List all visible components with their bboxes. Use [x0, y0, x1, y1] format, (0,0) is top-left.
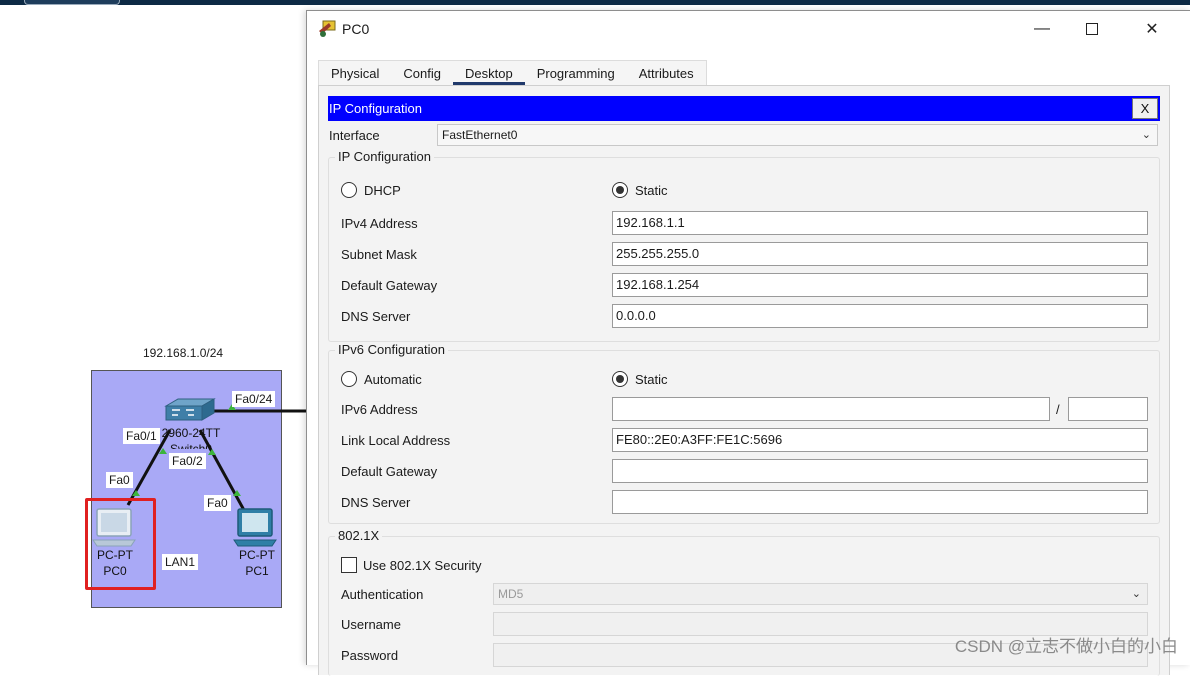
- packet-tracer-pc-icon: [319, 20, 336, 37]
- tab-attributes[interactable]: Attributes: [627, 61, 706, 85]
- close-button[interactable]: ✕: [1129, 11, 1175, 47]
- port-label-fa0-24: Fa0/24: [232, 391, 276, 407]
- ipv4-static-radio[interactable]: [612, 182, 628, 198]
- port-label-fa0-1: Fa0/1: [123, 428, 160, 444]
- password-label: Password: [341, 648, 399, 663]
- switch-label[interactable]: 2960-24TT Switch0: [160, 425, 222, 449]
- interface-value: FastEthernet0: [442, 128, 518, 142]
- interface-label: Interface: [329, 128, 380, 143]
- ip-configuration-title: IP Configuration: [329, 101, 422, 116]
- ipv6-static-label: Static: [635, 372, 668, 387]
- pc1-name: PC1: [245, 564, 269, 578]
- minimize-button[interactable]: —: [1019, 11, 1065, 47]
- ipv6-group-title: IPv6 Configuration: [335, 342, 448, 357]
- window-title: PC0: [342, 21, 370, 37]
- ipv6-address-label: IPv6 Address: [341, 402, 418, 417]
- subnet-mask-label: Subnet Mask: [341, 247, 417, 262]
- port-label-fa0-2: Fa0/2: [169, 453, 206, 469]
- tab-config[interactable]: Config: [391, 61, 453, 85]
- dhcp-label: DHCP: [364, 183, 401, 198]
- tab-bar: Physical Config Desktop Programming Attr…: [318, 60, 707, 85]
- pc1-computer-icon: [233, 508, 277, 547]
- tab-programming[interactable]: Programming: [525, 61, 627, 85]
- use-8021x-checkbox[interactable]: [341, 557, 357, 573]
- interface-select[interactable]: FastEthernet0 ⌄: [437, 124, 1158, 146]
- port-label-pc0-fa0: Fa0: [106, 472, 133, 488]
- ip-configuration-close-button[interactable]: X: [1132, 98, 1158, 119]
- ipv6-dns-server-label: DNS Server: [341, 495, 411, 510]
- switch-icon: [164, 398, 216, 421]
- subnet-mask-field[interactable]: 255.255.255.0: [612, 242, 1148, 266]
- dot1x-group-title: 802.1X: [335, 528, 383, 543]
- close-icon: ✕: [1145, 21, 1159, 38]
- watermark: CSDN @立志不做小白的小白: [954, 637, 1178, 656]
- use-8021x-label: Use 802.1X Security: [363, 558, 482, 573]
- dhcp-radio[interactable]: [341, 182, 357, 198]
- ipv4-static-label: Static: [635, 183, 668, 198]
- ipv6-automatic-label: Automatic: [364, 372, 422, 387]
- username-label: Username: [341, 617, 401, 632]
- ipv6-default-gateway-field[interactable]: [612, 459, 1148, 483]
- ipv4-default-gateway-field[interactable]: 192.168.1.254: [612, 273, 1148, 297]
- tab-desktop[interactable]: Desktop: [453, 61, 525, 85]
- tab-physical[interactable]: Physical: [319, 61, 391, 85]
- ipv4-address-field[interactable]: 192.168.1.1: [612, 211, 1148, 235]
- ipv6-dns-server-field[interactable]: [612, 490, 1148, 514]
- maximize-button[interactable]: [1069, 11, 1115, 47]
- lan-label: LAN1: [162, 554, 199, 570]
- link-local-address-field[interactable]: FE80::2E0:A3FF:FE1C:5696: [612, 428, 1148, 452]
- prefix-separator: /: [1056, 402, 1060, 417]
- pc1-label[interactable]: PC-PT PC1: [234, 547, 280, 579]
- ipv6-address-field[interactable]: [612, 397, 1050, 421]
- ipv4-dns-server-label: DNS Server: [341, 309, 411, 324]
- ipv6-static-radio[interactable]: [612, 371, 628, 387]
- pc0-highlight-box: [85, 498, 156, 590]
- chevron-down-icon: ⌄: [1141, 129, 1151, 141]
- chevron-down-icon: ⌄: [1131, 588, 1141, 600]
- authentication-label: Authentication: [341, 587, 424, 602]
- pc0-window: PC0 — ✕ Physical Config Desktop Programm…: [306, 10, 1190, 676]
- switch-model: 2960-24TT: [161, 426, 221, 440]
- pc1-type: PC-PT: [239, 548, 275, 562]
- ipv4-dns-server-field[interactable]: 0.0.0.0: [612, 304, 1148, 328]
- minimize-icon: —: [1034, 20, 1050, 37]
- window-titlebar[interactable]: PC0 — ✕: [307, 11, 1190, 47]
- authentication-select[interactable]: MD5 ⌄: [493, 583, 1148, 605]
- ipv4-default-gateway-label: Default Gateway: [341, 278, 438, 293]
- authentication-value: MD5: [498, 587, 524, 601]
- port-led-fa02: [208, 449, 216, 455]
- port-label-pc1-fa0: Fa0: [204, 495, 231, 511]
- maximize-icon: [1086, 23, 1098, 35]
- switch-name: Switch0: [169, 442, 213, 449]
- ipv6-automatic-radio[interactable]: [341, 371, 357, 387]
- link-local-address-label: Link Local Address: [341, 433, 451, 448]
- ipv4-group-title: IP Configuration: [335, 149, 434, 164]
- ip-configuration-header: IP Configuration X: [328, 96, 1160, 121]
- ipv6-prefix-length-field[interactable]: [1068, 397, 1148, 421]
- ipv4-address-label: IPv4 Address: [341, 216, 418, 231]
- ipv6-default-gateway-label: Default Gateway: [341, 464, 438, 479]
